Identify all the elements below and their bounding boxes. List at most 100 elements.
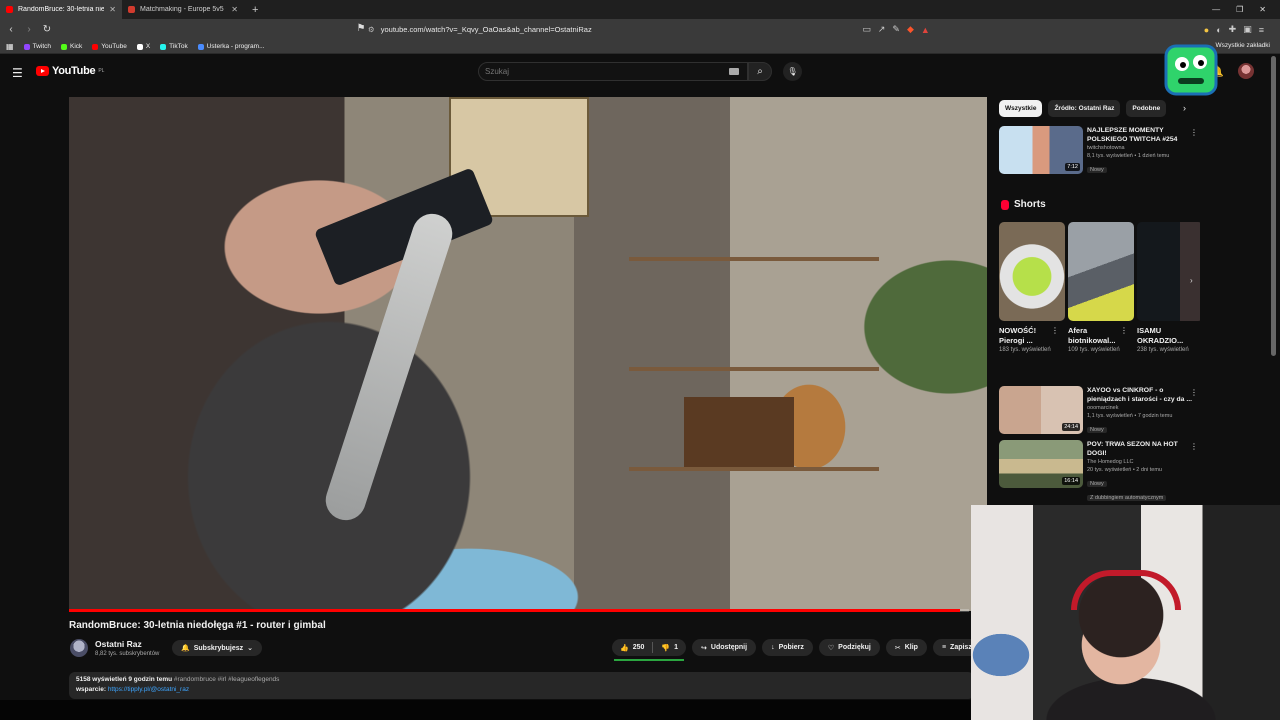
short-item[interactable]: Afera biotnikowal... 109 tys. wyświetleń… [1068, 222, 1134, 372]
search-button[interactable]: ⌕ [748, 62, 772, 81]
browser-tab-matchmaking[interactable]: Matchmaking - Europe 5v5 Queue - ✕ [122, 0, 244, 19]
puzzle-icon[interactable]: ✚ [1229, 24, 1237, 35]
new-badge: Nowy [1087, 481, 1107, 487]
more-vert-icon[interactable]: ⋮ [1190, 442, 1198, 451]
browser-tab-youtube[interactable]: RandomBruce: 30-letnia niedo ✕ [0, 0, 122, 19]
shorts-next-icon[interactable]: › [1190, 276, 1193, 285]
save-playlist-icon: ≡ [941, 644, 947, 651]
share-icon[interactable]: ↗ [878, 24, 886, 35]
brave-shield-icon[interactable]: ◆ [907, 24, 914, 35]
short-title[interactable]: Afera biotnikowal... [1068, 326, 1120, 346]
edit-icon[interactable]: ✎ [892, 24, 900, 35]
close-tab-icon[interactable]: ✕ [231, 5, 238, 14]
more-vert-icon[interactable]: ⋮ [1120, 326, 1128, 335]
bookmark-kick[interactable]: Kick [60, 43, 82, 50]
dislike-button[interactable]: 👎 1 [653, 639, 686, 656]
rewards-icon[interactable]: ▲ [921, 25, 930, 35]
page-scrollbar[interactable] [1271, 56, 1276, 356]
short-thumbnail[interactable] [1137, 222, 1200, 321]
rec-title[interactable]: NAJLEPSZE MOMENTY POLSKIEGO TWITCHA #254 [1087, 126, 1193, 144]
rec-channel[interactable]: The Homedog LLC [1087, 458, 1193, 466]
channel-subscribers: 8,82 tys. subskrybentów [95, 651, 160, 657]
subscribed-button[interactable]: 🔔 Subskrybujesz ⌄ [172, 640, 263, 656]
short-thumbnail[interactable] [999, 222, 1065, 321]
recommendation-item[interactable]: 16:14 POV: TRWA SEZON NA HOT DOGI! The H… [999, 440, 1204, 504]
clip-button[interactable]: ✂ Klip [885, 639, 927, 656]
logo-region: PL [98, 68, 105, 74]
channel-name[interactable]: Ostatni Raz [95, 639, 142, 649]
youtube-logo[interactable]: YouTube PL [36, 65, 104, 77]
minimize-icon[interactable]: — [1212, 5, 1220, 14]
rec-channel[interactable]: ooomarcinek [1087, 404, 1193, 412]
rec-thumbnail[interactable]: 7:12 [999, 126, 1083, 174]
chip-source[interactable]: Źródło: Ostatni Raz [1048, 100, 1121, 117]
share-button[interactable]: ↪ Udostępnij [692, 639, 757, 656]
league-favicon-icon [128, 6, 135, 13]
back-arrow-icon[interactable]: ‹ [4, 24, 18, 35]
bookmark-youtube[interactable]: YouTube [92, 43, 127, 50]
thanks-button[interactable]: ♡ Podziękuj [818, 639, 880, 656]
sidebar-toggle-icon[interactable]: ▣ [1243, 24, 1252, 35]
bookmark-twitch[interactable]: Twitch [23, 43, 51, 50]
bookmark-label: YouTube [101, 43, 127, 50]
video-player[interactable] [69, 97, 987, 611]
forward-arrow-icon[interactable]: › [22, 24, 36, 35]
rec-title[interactable]: XAYOO vs CINKROF - o pieniądzach i staro… [1087, 386, 1193, 404]
hashtags[interactable]: #randombruce #irl #leagueoflegends [174, 676, 280, 683]
apps-grid-icon[interactable]: ▦ [6, 42, 14, 51]
wallet-icon[interactable]: ● [1204, 25, 1209, 35]
video-actions: 👍 250 👎 1 ↪ Udostępnij ↓ Pobierz ♡ Podziękuj … [612, 639, 981, 656]
url-field[interactable]: ⚙ youtube.com/watch?v=_Kqvy_OaOas&ab_cha… [368, 22, 908, 37]
keyboard-icon[interactable] [729, 68, 739, 75]
video-progress-bar[interactable] [69, 609, 969, 612]
recommendation-item[interactable]: 24:14 XAYOO vs CINKROF - o pieniądzach i… [999, 386, 1204, 436]
more-vert-icon[interactable]: ⋮ [1190, 388, 1198, 397]
channel-avatar[interactable] [70, 639, 88, 657]
rec-channel[interactable]: twitchshotowna [1087, 144, 1193, 152]
filter-chips: Wszystkie Źródło: Ostatni Raz Podobne [999, 100, 1167, 117]
more-vert-icon[interactable]: ⋮ [1190, 128, 1198, 137]
account-avatar[interactable] [1238, 63, 1254, 79]
rec-info: XAYOO vs CINKROF - o pieniądzach i staro… [1087, 386, 1193, 434]
reload-icon[interactable]: ↻ [40, 24, 54, 35]
rec-thumbnail[interactable]: 16:14 [999, 440, 1083, 488]
thanks-icon: ♡ [827, 644, 835, 652]
chip-all[interactable]: Wszystkie [999, 100, 1043, 117]
voice-search-button[interactable]: 🎙 [783, 62, 802, 81]
recommendation-item[interactable]: 7:12 NAJLEPSZE MOMENTY POLSKIEGO TWITCHA… [999, 126, 1204, 176]
like-button[interactable]: 👍 250 [612, 639, 652, 656]
support-link[interactable]: https://tipply.pl/@ostatni_raz [108, 686, 189, 693]
cast-icon[interactable]: ▭ [862, 24, 871, 35]
bookmark-x[interactable]: X [136, 43, 150, 50]
browser-menu-icon[interactable]: ≡ [1259, 25, 1264, 35]
chevron-right-icon[interactable]: › [1183, 103, 1186, 113]
chip-related[interactable]: Podobne [1126, 100, 1167, 117]
download-button[interactable]: ↓ Pobierz [762, 639, 813, 656]
bookmark-page-icon[interactable]: ⚑ [354, 23, 368, 34]
youtube-icon [92, 43, 99, 50]
close-window-icon[interactable]: ✕ [1259, 5, 1266, 14]
short-item[interactable]: ISAMU OKRADZIO... 238 tys. wyświetleń [1137, 222, 1200, 372]
new-tab-icon[interactable]: + [244, 4, 266, 16]
short-item[interactable]: NOWOŚĆ! Pierogi ... 183 tys. wyświetleń … [999, 222, 1065, 372]
window-controls: — ❐ ✕ [1212, 0, 1280, 19]
rec-thumbnail[interactable]: 24:14 [999, 386, 1083, 434]
extension-icon[interactable]: ◐ [1216, 25, 1221, 35]
short-title[interactable]: NOWOŚĆ! Pierogi ... [999, 326, 1051, 346]
short-title[interactable]: ISAMU OKRADZIO... [1137, 326, 1189, 346]
rec-title[interactable]: POV: TRWA SEZON NA HOT DOGI! [1087, 440, 1193, 458]
short-thumbnail[interactable] [1068, 222, 1134, 321]
site-info-icon[interactable]: ⚙ [368, 25, 375, 34]
search-input[interactable] [485, 67, 725, 76]
restore-icon[interactable]: ❐ [1236, 5, 1243, 14]
bookmark-tiktok[interactable]: TikTok [160, 43, 188, 50]
hamburger-menu-icon[interactable]: ☰ [12, 66, 23, 80]
bookmarks-bar: ▦ Twitch Kick YouTube X TikTok Usterka -… [0, 40, 1280, 54]
extension-bar: ▭ ↗ ✎ ◆ ▲ ● ◐ ✚ ▣ ≡ [862, 22, 1264, 37]
bookmark-usterka[interactable]: Usterka - program... [197, 43, 265, 50]
all-bookmarks[interactable]: Wszystkie zakładki [1215, 42, 1270, 49]
more-vert-icon[interactable]: ⋮ [1051, 326, 1059, 335]
description-box[interactable]: 5158 wyświetleń 9 godzin temu #randombru… [69, 672, 974, 699]
close-tab-icon[interactable]: ✕ [109, 5, 116, 14]
shorts-shelf: NOWOŚĆ! Pierogi ... 183 tys. wyświetleń … [999, 222, 1200, 372]
